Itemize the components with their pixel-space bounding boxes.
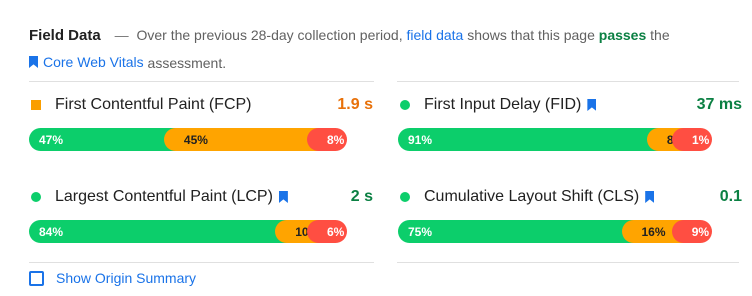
divider xyxy=(397,81,739,82)
header-text-middle: shows that this page xyxy=(467,27,595,43)
slow-segment: 6% xyxy=(306,220,347,243)
assessment-status: passes xyxy=(598,27,647,43)
bookmark-icon xyxy=(587,99,597,111)
metric-name-label: Largest Contentful Paint (LCP) xyxy=(55,188,273,205)
average-segment: 45% xyxy=(163,128,319,151)
metric-fid: First Input Delay (FID) 37 ms 91% 8% 1% xyxy=(398,94,742,151)
divider xyxy=(29,262,374,263)
distribution-bar: 91% 8% 1% xyxy=(398,128,712,151)
metric-name: Largest Contentful Paint (LCP) xyxy=(55,188,288,206)
header-text-before: Over the previous 28-day collection peri… xyxy=(136,27,403,43)
show-origin-summary-label: Show Origin Summary xyxy=(56,270,197,286)
good-circle-icon xyxy=(31,192,41,202)
fast-segment: 84% xyxy=(29,220,288,243)
bookmark-icon xyxy=(278,191,288,203)
divider xyxy=(29,81,374,82)
core-web-vitals-label: Core Web Vitals xyxy=(43,54,144,70)
metric-name: First Contentful Paint (FCP) xyxy=(55,96,252,114)
title-dash: — xyxy=(114,27,129,43)
distribution-bar: 47% 45% 8% xyxy=(29,128,347,151)
metric-value: 1.9 s xyxy=(337,96,373,113)
slow-segment: 9% xyxy=(671,220,712,243)
metric-name-label: Cumulative Layout Shift (CLS) xyxy=(424,188,640,205)
header-text-after: assessment. xyxy=(147,55,227,71)
fast-segment: 75% xyxy=(398,220,634,243)
metric-fcp: First Contentful Paint (FCP) 1.9 s 47% 4… xyxy=(29,94,373,151)
header-text-the: the xyxy=(650,27,670,43)
slow-segment: 8% xyxy=(306,128,347,151)
bookmark-icon xyxy=(29,56,38,68)
metric-name: Cumulative Layout Shift (CLS) xyxy=(424,188,655,206)
slow-segment: 1% xyxy=(671,128,712,151)
field-data-header: Field Data — Over the previous 28-day co… xyxy=(29,22,729,76)
distribution-bar: 84% 10% 6% xyxy=(29,220,347,243)
metric-name-label: First Contentful Paint (FCP) xyxy=(55,96,252,113)
good-circle-icon xyxy=(400,192,410,202)
divider xyxy=(397,262,739,263)
checkbox[interactable] xyxy=(29,270,44,286)
metric-value: 2 s xyxy=(350,188,373,205)
metric-lcp: Largest Contentful Paint (LCP) 2 s 84% 1… xyxy=(29,186,373,243)
metric-value: 0.1 xyxy=(719,188,742,205)
field-data-link[interactable]: field data xyxy=(407,27,464,43)
metric-name: First Input Delay (FID) xyxy=(424,96,597,114)
metric-cls: Cumulative Layout Shift (CLS) 0.1 75% 16… xyxy=(398,186,742,243)
fast-segment: 47% xyxy=(29,128,176,151)
metric-value: 37 ms xyxy=(696,96,742,113)
show-origin-summary-toggle[interactable]: Show Origin Summary xyxy=(29,270,196,286)
metric-name-label: First Input Delay (FID) xyxy=(424,96,582,113)
section-title: Field Data xyxy=(29,27,101,44)
bookmark-icon xyxy=(645,191,655,203)
average-square-icon xyxy=(31,100,41,110)
core-web-vitals-link[interactable]: Core Web Vitals xyxy=(29,49,144,75)
fast-segment: 91% xyxy=(398,128,659,151)
distribution-bar: 75% 16% 9% xyxy=(398,220,712,243)
good-circle-icon xyxy=(400,100,410,110)
